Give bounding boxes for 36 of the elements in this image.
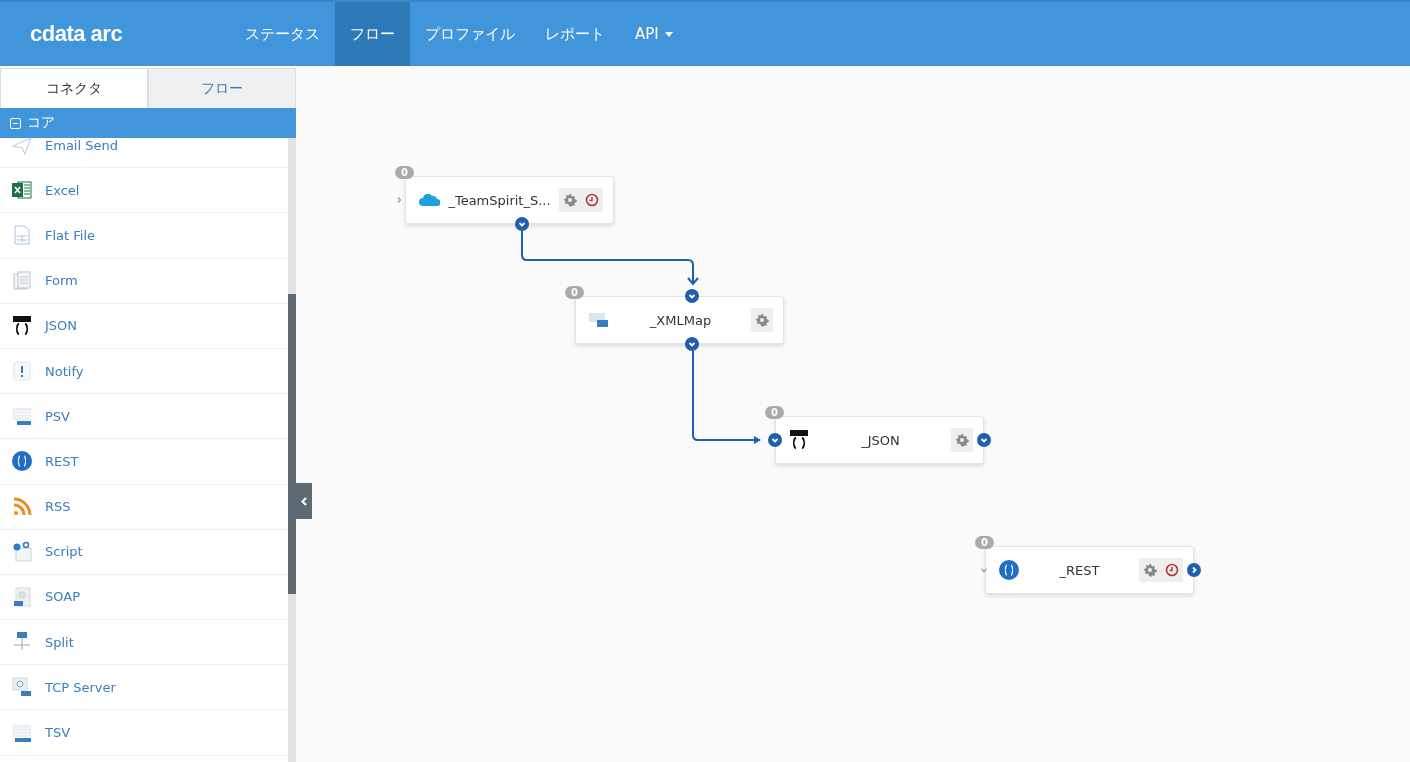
section-label: コア [27,114,55,132]
sidebar-tab[interactable]: コネクタ [0,68,148,108]
node-label: _JSON [860,432,901,448]
nav-tab[interactable]: ステータス [230,2,335,66]
count-badge: 0 [395,166,414,179]
connector-item[interactable]: PSV [45,408,70,424]
node-label: _XMLMap [648,312,713,328]
sidebar-tab[interactable]: フロー [148,68,296,108]
flow-node[interactable]: _JSON [775,416,984,464]
connector-item[interactable]: Excel [45,182,80,198]
connector-item[interactable]: Script [45,544,83,560]
node-label: _TeamSpirit_S... [448,192,551,208]
nav-tab[interactable]: フロー [335,2,410,66]
connector-item[interactable]: RSS [45,499,71,515]
connector-item[interactable]: SOAP [45,589,80,605]
connector-item[interactable]: TCP Server [45,679,116,695]
connector-item[interactable]: TSV [45,725,71,741]
count-badge: 0 [565,286,584,299]
count-badge: 0 [975,536,994,549]
logo[interactable]: cdata arc [0,2,230,66]
connector-item[interactable]: JSON [45,318,78,334]
flow-node[interactable]: _XMLMap [575,296,784,344]
connector-item[interactable]: Flat File [45,227,96,243]
nav-tab[interactable]: プロファイル [410,2,530,66]
connector-item[interactable]: Email Send [45,138,118,153]
connector-item[interactable]: Notify [45,363,84,379]
node-label: _REST [1058,562,1101,578]
connector-item[interactable]: REST [45,453,79,469]
flow-node[interactable]: _TeamSpirit_S... [405,176,614,224]
connector-item[interactable]: Form [45,273,78,289]
flow-node[interactable]: _REST [985,546,1194,594]
connector-item[interactable]: Split [45,634,74,650]
nav-tab[interactable]: API [620,2,688,66]
section-header[interactable]: コア [0,108,296,138]
count-badge: 0 [765,406,784,419]
nav-tab[interactable]: レポート [530,2,620,66]
